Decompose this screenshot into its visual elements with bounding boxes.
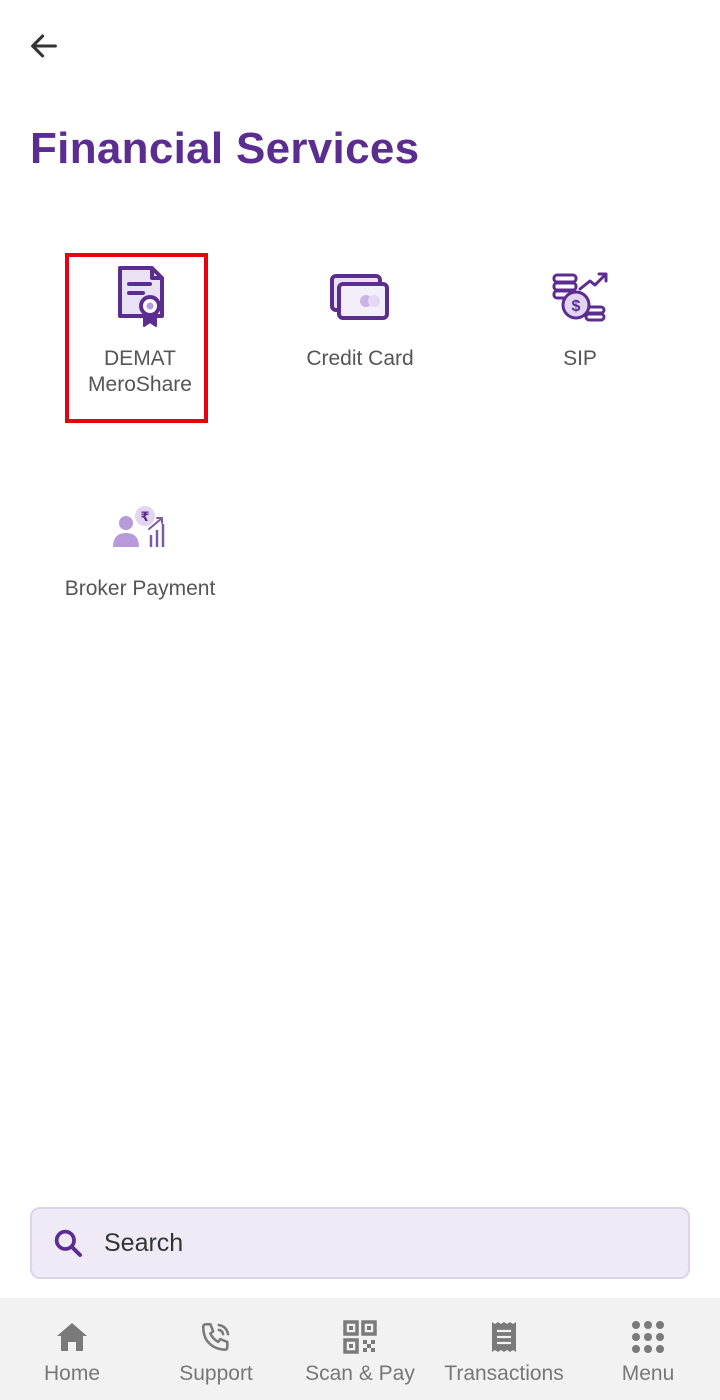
search-input[interactable] xyxy=(104,1228,664,1258)
grid-menu-icon xyxy=(628,1318,668,1356)
receipt-icon xyxy=(484,1318,524,1356)
svg-text:$: $ xyxy=(572,298,581,315)
qr-code-icon xyxy=(340,1318,380,1356)
service-label: Credit Card xyxy=(306,347,414,370)
service-label: SIP xyxy=(563,347,597,370)
financial-services-screen: Financial Services DEMAT MeroShare Credi… xyxy=(0,0,720,1400)
service-credit-card[interactable]: Credit Card xyxy=(270,262,450,372)
search-icon xyxy=(50,1225,86,1261)
service-sip[interactable]: $ SIP xyxy=(490,262,670,372)
arrow-left-icon xyxy=(31,34,57,58)
nav-label: Support xyxy=(179,1362,253,1385)
search-bar[interactable] xyxy=(30,1207,690,1279)
certificate-icon xyxy=(50,262,230,332)
nav-label: Home xyxy=(43,1362,101,1385)
nav-label: Transactions xyxy=(444,1362,564,1385)
service-label: Broker Payment xyxy=(64,577,216,600)
nav-item-home[interactable]: Home xyxy=(0,1298,144,1400)
nav-label: Scan & Pay xyxy=(305,1362,415,1385)
page-title: Financial Services xyxy=(30,124,420,173)
coins-growth-icon: $ xyxy=(490,262,670,332)
bottom-navigation: Home Support Scan & Pay Transactions Men… xyxy=(0,1298,720,1400)
service-broker-payment[interactable]: ₹ Broker Payment xyxy=(50,492,230,602)
home-icon xyxy=(52,1318,92,1356)
nav-label: Menu xyxy=(621,1362,675,1385)
back-button[interactable] xyxy=(20,22,68,70)
broker-payment-icon: ₹ xyxy=(50,492,230,562)
service-demat-meroshare[interactable]: DEMAT MeroShare xyxy=(50,262,230,398)
nav-item-support[interactable]: Support xyxy=(144,1298,288,1400)
nav-item-scan-pay[interactable]: Scan & Pay xyxy=(288,1298,432,1400)
service-label: DEMAT MeroShare xyxy=(88,347,192,396)
svg-text:₹: ₹ xyxy=(140,510,149,525)
nav-item-menu[interactable]: Menu xyxy=(576,1298,720,1400)
credit-card-icon xyxy=(270,262,450,332)
nav-item-transactions[interactable]: Transactions xyxy=(432,1298,576,1400)
phone-icon xyxy=(196,1318,236,1356)
